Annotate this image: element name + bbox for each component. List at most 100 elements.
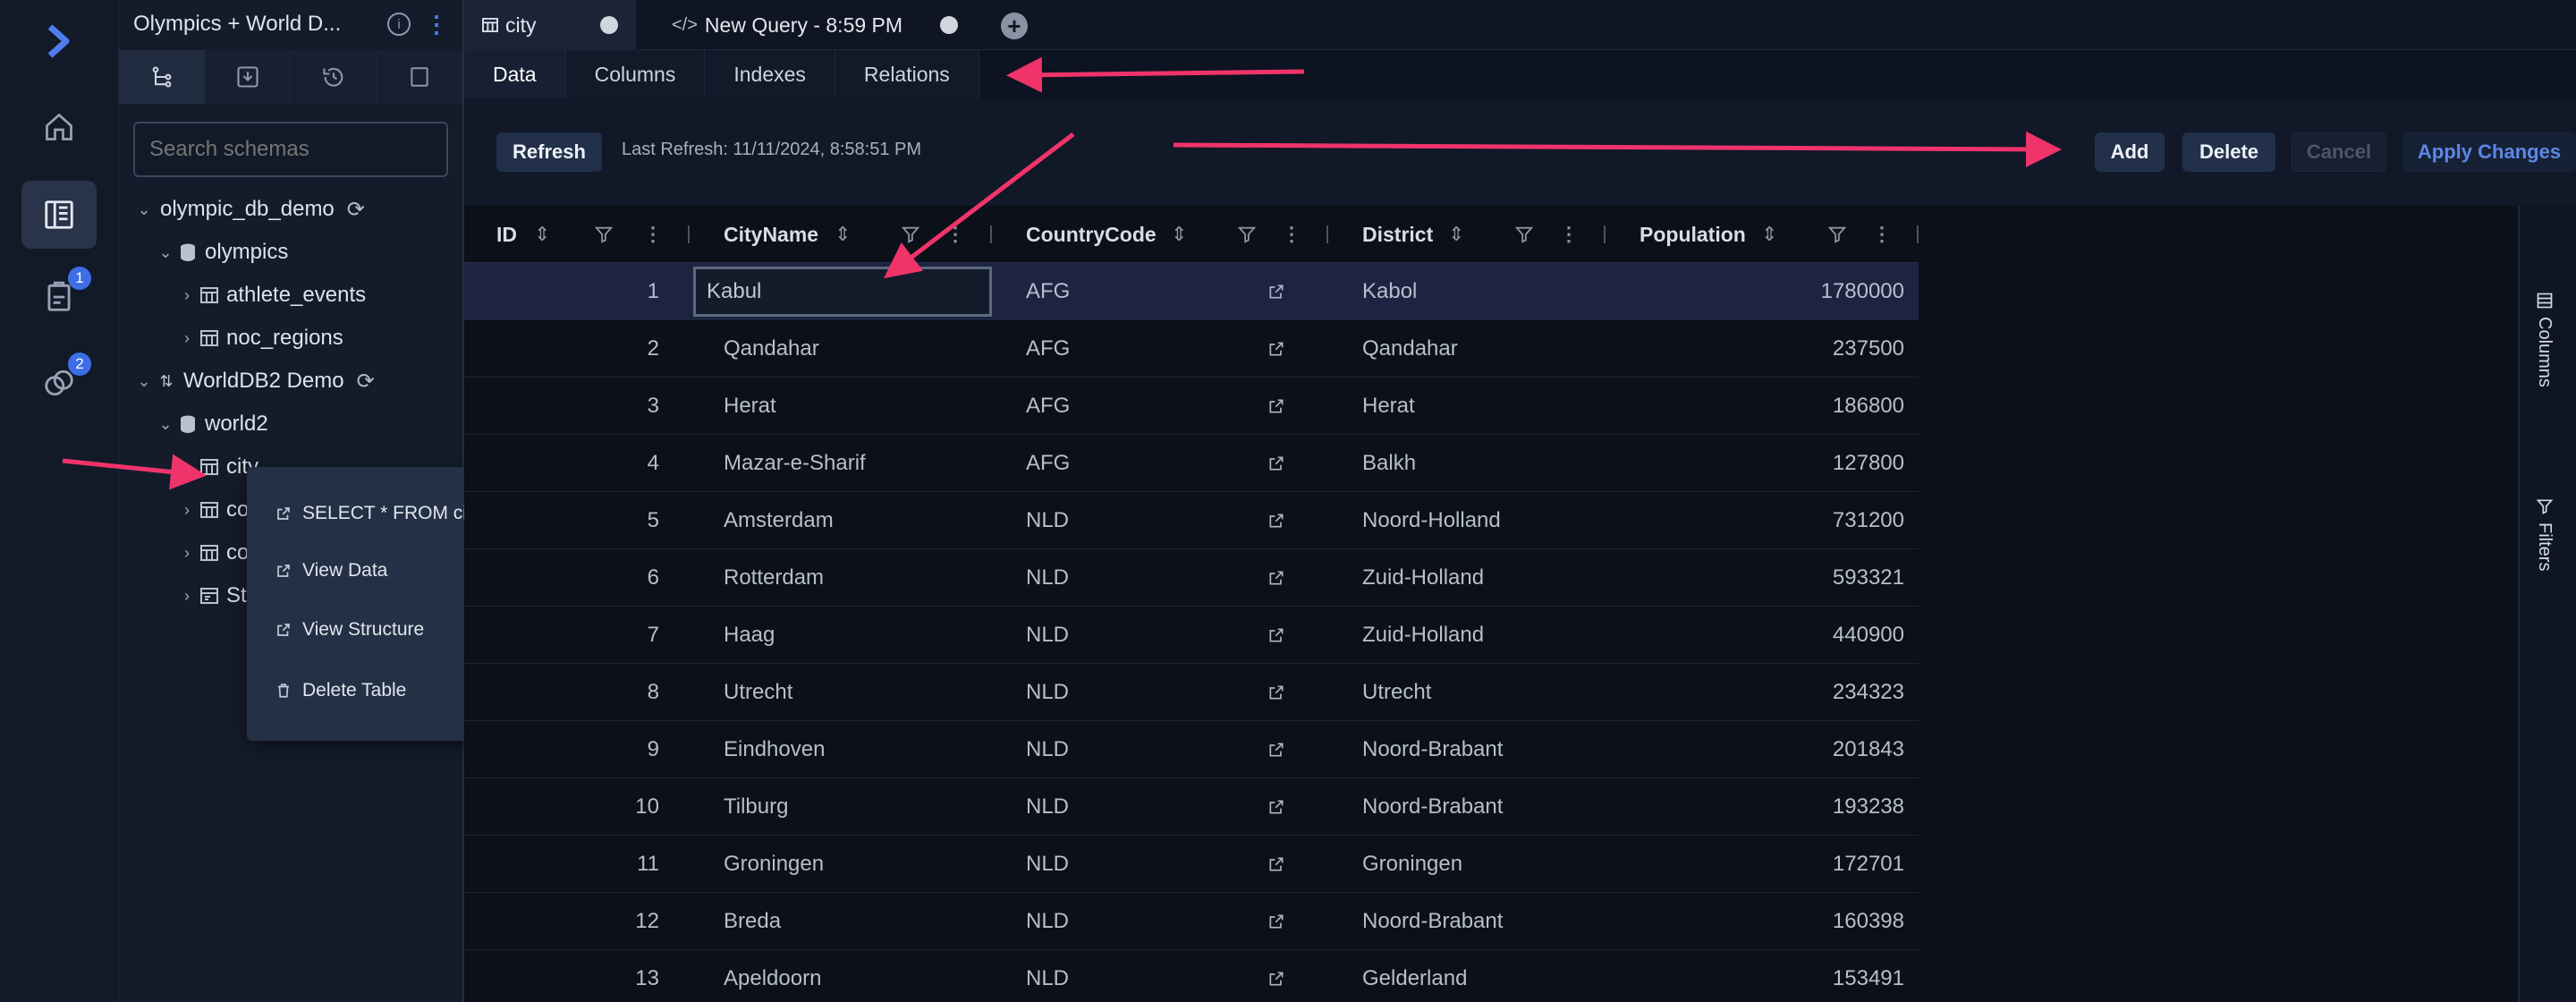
table-row[interactable]: 10 Tilburg NLD Noord-Brabant 193238	[464, 778, 1919, 836]
sort-icon[interactable]: ⇕	[1171, 206, 1187, 263]
cell-id[interactable]: 13	[464, 950, 659, 1002]
cell-editor-input[interactable]: Kabul	[693, 267, 992, 317]
foreign-key-link-icon[interactable]	[1267, 549, 1285, 607]
tab-relations[interactable]: Relations	[835, 50, 979, 98]
foreign-key-link-icon[interactable]	[1267, 950, 1285, 1002]
table-row[interactable]: 7 Haag NLD Zuid-Holland 440900	[464, 607, 1919, 664]
filter-icon[interactable]	[1237, 206, 1257, 263]
cell-cityname[interactable]: Groningen	[724, 836, 824, 893]
column-menu-icon[interactable]: ⋮	[1559, 206, 1579, 263]
filter-icon[interactable]	[901, 206, 920, 263]
filter-icon[interactable]	[1514, 206, 1534, 263]
chevron-down-icon[interactable]: ⌄	[155, 243, 176, 262]
column-header-district[interactable]: District	[1362, 206, 1433, 263]
cell-cityname[interactable]: Herat	[724, 378, 776, 435]
cell-district[interactable]: Utrecht	[1362, 664, 1431, 721]
refresh-button[interactable]: Refresh	[496, 132, 602, 172]
menu-item-view-structure[interactable]: View Structure	[275, 612, 424, 648]
chevron-down-icon[interactable]: ⌄	[133, 200, 155, 219]
table-row[interactable]: 6 Rotterdam NLD Zuid-Holland 593321	[464, 549, 1919, 607]
cell-id[interactable]: 5	[464, 492, 659, 549]
tab-indexes[interactable]: Indexes	[705, 50, 835, 98]
column-resizer[interactable]	[990, 225, 992, 243]
foreign-key-link-icon[interactable]	[1267, 320, 1285, 378]
refresh-icon[interactable]: ⟳	[357, 369, 375, 395]
apply-changes-button[interactable]: Apply Changes	[2402, 132, 2576, 172]
cell-id[interactable]: 10	[464, 778, 659, 836]
table-row[interactable]: 3 Herat AFG Herat 186800	[464, 378, 1919, 435]
cell-district[interactable]: Herat	[1362, 378, 1415, 435]
cell-district[interactable]: Qandahar	[1362, 320, 1458, 378]
tree-node-stored-procedures[interactable]: › St	[176, 576, 247, 616]
cell-countrycode[interactable]: NLD	[1026, 950, 1069, 1002]
schema-explorer-button[interactable]	[21, 181, 97, 249]
cell-cityname[interactable]: Apeldoorn	[724, 950, 821, 1002]
cell-district[interactable]: Gelderland	[1362, 950, 1467, 1002]
chevron-right-icon[interactable]: ›	[176, 501, 198, 520]
cell-id[interactable]: 1	[464, 263, 659, 320]
cell-countrycode[interactable]: NLD	[1026, 721, 1069, 778]
cell-id[interactable]: 4	[464, 435, 659, 492]
cell-district[interactable]: Noord-Holland	[1362, 492, 1501, 549]
tree-node-world2[interactable]: ⌄ world2	[155, 404, 267, 444]
foreign-key-link-icon[interactable]	[1267, 836, 1285, 893]
cell-population[interactable]: 237500	[1640, 320, 1904, 378]
cell-district[interactable]: Zuid-Holland	[1362, 549, 1484, 607]
refresh-icon[interactable]: ⟳	[347, 197, 365, 223]
cell-cityname[interactable]: Haag	[724, 607, 775, 664]
cell-population[interactable]: 731200	[1640, 492, 1904, 549]
foreign-key-link-icon[interactable]	[1267, 263, 1285, 320]
table-row[interactable]: 11 Groningen NLD Groningen 172701	[464, 836, 1919, 893]
cell-district[interactable]: Balkh	[1362, 435, 1416, 492]
tree-node-olympics[interactable]: ⌄ olympics	[155, 233, 288, 272]
unsaved-dot-icon[interactable]	[940, 16, 958, 34]
cell-cityname[interactable]: Tilburg	[724, 778, 788, 836]
columns-panel-toggle[interactable]: Columns	[2534, 292, 2555, 387]
foreign-key-link-icon[interactable]	[1267, 492, 1285, 549]
tab-notes[interactable]	[377, 50, 462, 104]
tab-data[interactable]: Data	[464, 50, 566, 98]
column-resizer[interactable]	[1326, 225, 1328, 243]
column-resizer[interactable]	[1604, 225, 1606, 243]
foreign-key-link-icon[interactable]	[1267, 778, 1285, 836]
cell-countrycode[interactable]: NLD	[1026, 492, 1069, 549]
cell-population[interactable]: 201843	[1640, 721, 1904, 778]
cell-population[interactable]: 440900	[1640, 607, 1904, 664]
menu-item-delete-table[interactable]: Delete Table	[275, 673, 406, 709]
cell-population[interactable]: 193238	[1640, 778, 1904, 836]
chevron-down-icon[interactable]: ⌄	[133, 372, 155, 391]
cell-population[interactable]: 234323	[1640, 664, 1904, 721]
cell-population[interactable]: 1780000	[1640, 263, 1904, 320]
query-history-button[interactable]: 1	[21, 263, 97, 331]
tree-node-olympic-db-demo[interactable]: ⌄ olympic_db_demo ⟳	[133, 190, 365, 229]
cell-id[interactable]: 7	[464, 607, 659, 664]
foreign-key-link-icon[interactable]	[1267, 721, 1285, 778]
table-row[interactable]: 12 Breda NLD Noord-Brabant 160398	[464, 893, 1919, 950]
tree-node-country[interactable]: › co	[176, 490, 249, 530]
tab-schema-tree[interactable]	[119, 50, 205, 104]
table-row[interactable]: 5 Amsterdam NLD Noord-Holland 731200	[464, 492, 1919, 549]
foreign-key-link-icon[interactable]	[1267, 378, 1285, 435]
cell-id[interactable]: 2	[464, 320, 659, 378]
cell-cityname[interactable]: Qandahar	[724, 320, 819, 378]
cell-id[interactable]: 8	[464, 664, 659, 721]
foreign-key-link-icon[interactable]	[1267, 435, 1285, 492]
table-row[interactable]: 2 Qandahar AFG Qandahar 237500	[464, 320, 1919, 378]
cell-id[interactable]: 9	[464, 721, 659, 778]
cell-cityname[interactable]: Rotterdam	[724, 549, 824, 607]
foreign-key-link-icon[interactable]	[1267, 893, 1285, 950]
cell-cityname[interactable]: Mazar-e-Sharif	[724, 435, 866, 492]
info-icon[interactable]: i	[387, 13, 411, 36]
tab-city[interactable]: city	[464, 0, 636, 50]
tree-node-countrylanguage[interactable]: › co	[176, 533, 249, 573]
cell-district[interactable]: Kabol	[1362, 263, 1417, 320]
column-header-countrycode[interactable]: CountryCode	[1026, 206, 1157, 263]
column-menu-icon[interactable]: ⋮	[945, 206, 965, 263]
filter-icon[interactable]	[1827, 206, 1847, 263]
column-header-population[interactable]: Population	[1640, 206, 1746, 263]
cell-id[interactable]: 12	[464, 893, 659, 950]
table-row[interactable]: 1 Kabul AFG Kabol 1780000	[464, 263, 1919, 320]
connections-button[interactable]: 2	[21, 349, 97, 417]
cell-countrycode[interactable]: AFG	[1026, 320, 1070, 378]
sort-icon[interactable]: ⇕	[534, 206, 550, 263]
